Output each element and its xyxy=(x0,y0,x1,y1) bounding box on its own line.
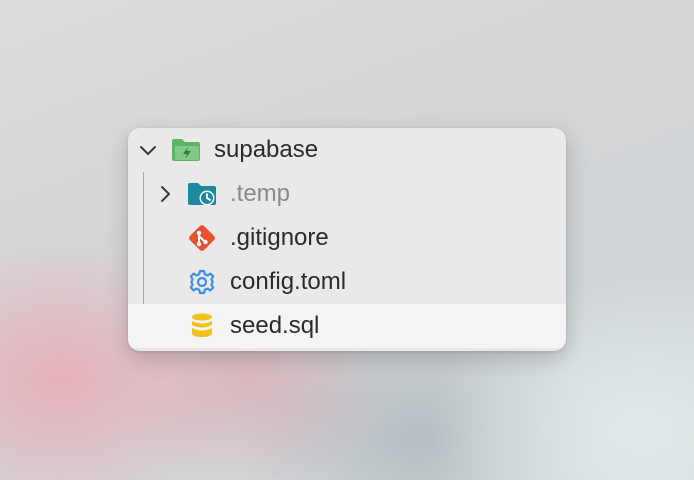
tree-row-temp[interactable]: .temp xyxy=(128,172,566,216)
chevron-right-icon[interactable] xyxy=(155,184,175,204)
folder-supabase-icon xyxy=(171,135,201,165)
git-icon xyxy=(187,223,217,253)
tree-item-label: .temp xyxy=(230,180,291,207)
file-explorer-panel: supabase .temp .gitignore config.toml se… xyxy=(128,128,566,351)
tree-row-config-toml[interactable]: config.toml xyxy=(128,260,566,304)
chevron-down-icon[interactable] xyxy=(138,140,158,160)
tree-item-label: config.toml xyxy=(230,268,347,295)
database-icon xyxy=(187,311,217,341)
tree-row-supabase[interactable]: supabase xyxy=(128,128,566,172)
tree-item-label: .gitignore xyxy=(230,224,329,251)
gear-icon xyxy=(187,267,217,297)
folder-clock-icon xyxy=(187,179,217,209)
tree-row-seed-sql[interactable]: seed.sql xyxy=(128,304,566,348)
tree-item-label: seed.sql xyxy=(230,312,320,339)
tree-row-gitignore[interactable]: .gitignore xyxy=(128,216,566,260)
tree-root-label: supabase xyxy=(214,136,319,163)
